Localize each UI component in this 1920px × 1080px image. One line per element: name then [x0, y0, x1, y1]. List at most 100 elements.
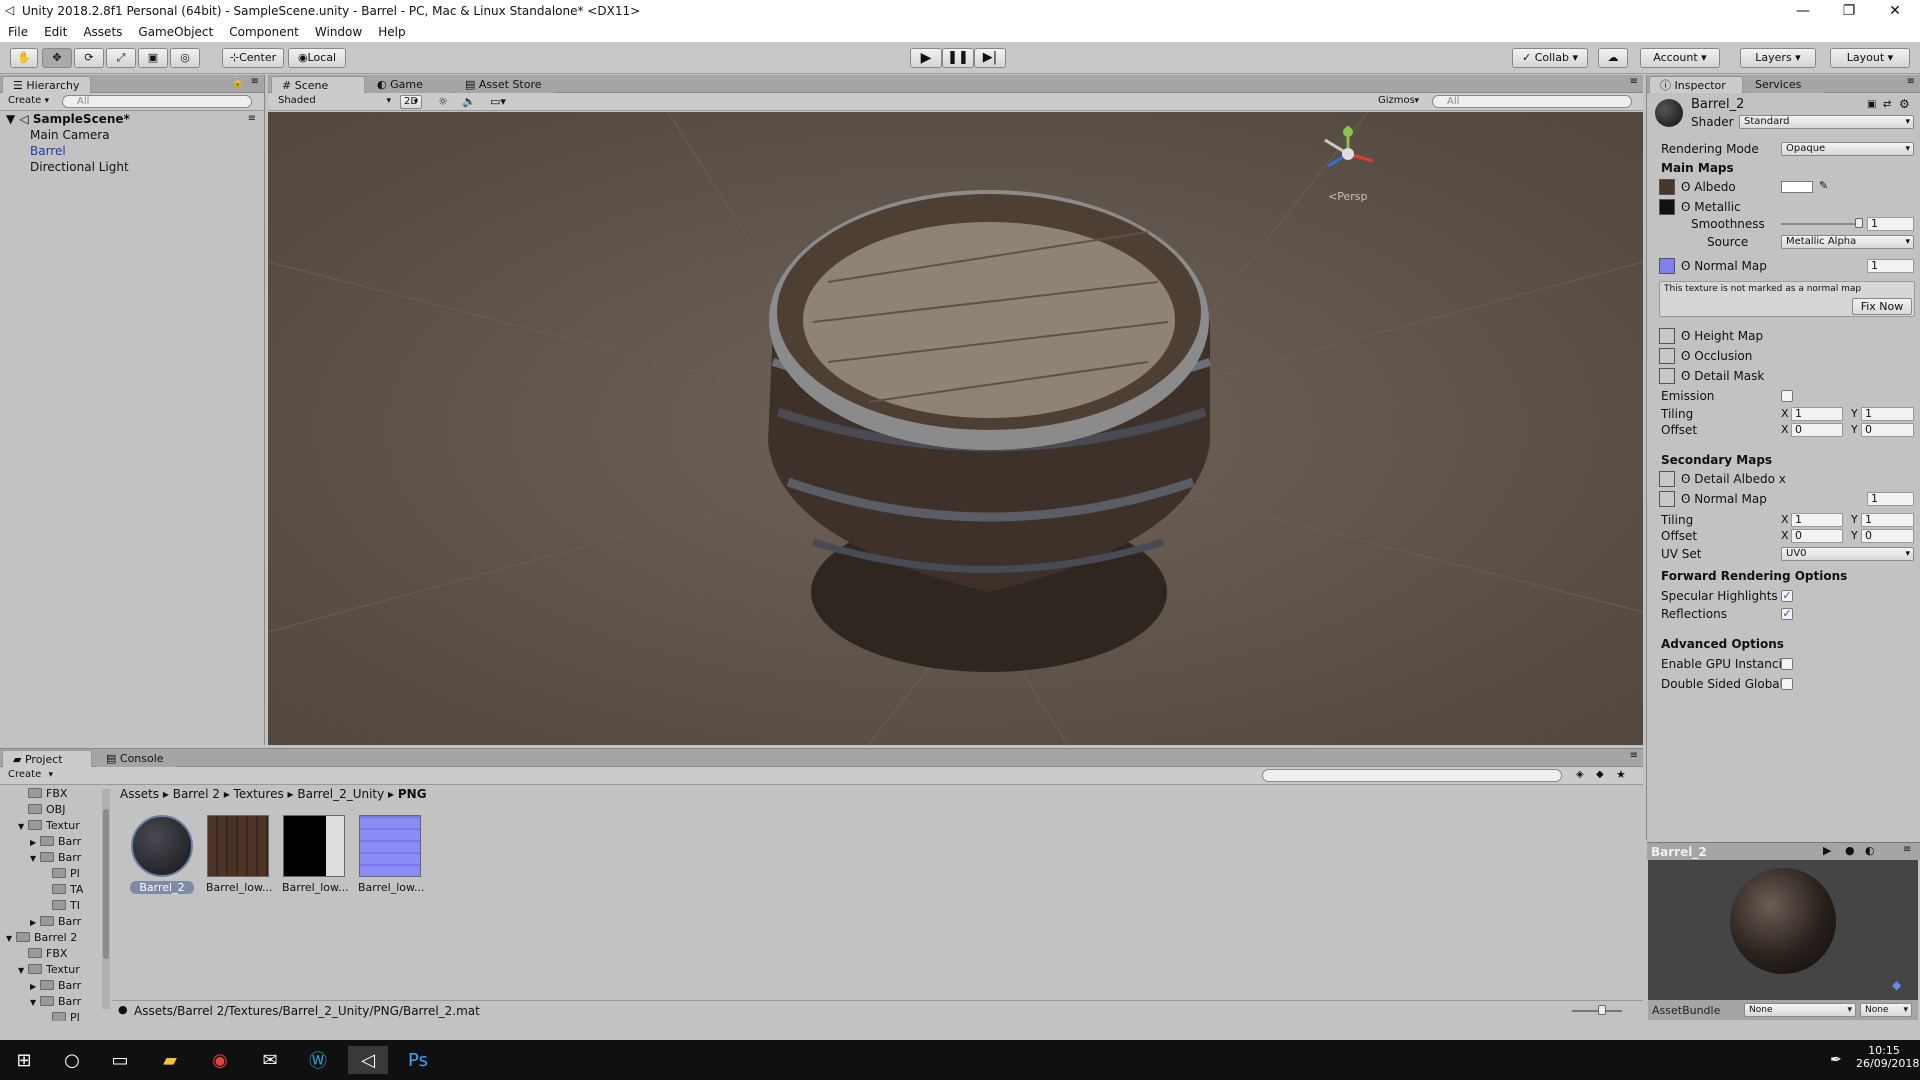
menu-edit[interactable]: Edit: [44, 25, 67, 39]
smoothness-slider[interactable]: [1781, 223, 1859, 225]
circle-select-icon[interactable]: ʘ: [1681, 349, 1694, 363]
effects-dropdown-icon[interactable]: ▭▾: [490, 95, 506, 108]
uv-set-dropdown[interactable]: UV0: [1781, 547, 1914, 561]
asset-label-icon[interactable]: ◆: [1892, 978, 1901, 992]
panel-menu-icon[interactable]: ≡: [1630, 750, 1638, 761]
collapse-arrow-icon[interactable]: ▶: [30, 918, 40, 927]
windows-start-icon[interactable]: ⊞: [4, 1046, 44, 1074]
preview-sphere-icon[interactable]: ●: [1845, 844, 1855, 857]
assetbundle-dropdown[interactable]: None: [1744, 1003, 1856, 1017]
expand-arrow-icon[interactable]: ▼: [30, 998, 40, 1007]
panel-menu-icon[interactable]: ≡: [1630, 76, 1638, 87]
task-view-icon[interactable]: ▭: [100, 1046, 140, 1074]
breadcrumb-textures[interactable]: Textures: [234, 787, 284, 801]
tiling-x-field[interactable]: 1: [1791, 407, 1843, 421]
project-search-input[interactable]: [1262, 769, 1562, 782]
panel-menu-icon[interactable]: ≡: [1907, 76, 1915, 87]
normal-scale-field[interactable]: 1: [1867, 259, 1914, 273]
reflections-checkbox[interactable]: ✓: [1781, 608, 1793, 620]
detail-mask-texture-slot[interactable]: [1659, 368, 1675, 384]
preview-play-icon[interactable]: ▶: [1823, 844, 1831, 857]
tab-hierarchy[interactable]: ☰ Hierarchy: [2, 76, 91, 93]
mail-icon[interactable]: ✉: [250, 1046, 290, 1074]
tab-scene[interactable]: # Scene: [271, 76, 365, 93]
move-tool-button[interactable]: ✥: [42, 48, 72, 68]
project-create-dropdown[interactable]: Create: [4, 769, 56, 783]
minimize-button[interactable]: —: [1780, 0, 1826, 22]
albedo-texture-slot[interactable]: [1659, 179, 1675, 195]
asset-barrel-2-material[interactable]: Barrel_2: [130, 815, 194, 894]
height-map-texture-slot[interactable]: [1659, 328, 1675, 344]
secondary-normal-texture-slot[interactable]: [1659, 491, 1675, 507]
account-dropdown[interactable]: Account ▾: [1640, 48, 1720, 68]
folder-tree-item[interactable]: PI: [42, 1011, 80, 1021]
file-explorer-icon[interactable]: ▰: [150, 1046, 190, 1074]
shading-mode-dropdown[interactable]: Shaded: [274, 95, 394, 109]
preview-light-icon[interactable]: ◐: [1865, 844, 1875, 857]
layout-dropdown[interactable]: Layout ▾: [1830, 48, 1910, 68]
secondary-offset-x-field[interactable]: 0: [1791, 529, 1843, 543]
scene-viewport[interactable]: <Persp: [268, 112, 1643, 745]
circle-select-icon[interactable]: ʘ: [1681, 492, 1694, 506]
lock-icon[interactable]: 🔒: [232, 77, 244, 88]
tab-project[interactable]: ▰ Project: [2, 750, 92, 767]
scene-menu-icon[interactable]: ≡: [248, 113, 256, 124]
transform-tool-button[interactable]: ◎: [170, 48, 200, 68]
material-preview[interactable]: ◆: [1648, 860, 1918, 1000]
close-button[interactable]: ✕: [1872, 0, 1918, 22]
pen-tray-icon[interactable]: ✒: [1816, 1046, 1856, 1074]
folder-tree-item[interactable]: ▼ Textur: [18, 819, 80, 832]
circle-select-icon[interactable]: ʘ: [1681, 472, 1694, 486]
scene-search-input[interactable]: All: [1432, 95, 1632, 108]
circle-select-icon[interactable]: ʘ: [1681, 259, 1694, 273]
folder-tree-item[interactable]: ▼ Barrel 2: [6, 931, 77, 944]
photoshop-icon[interactable]: Ps: [398, 1046, 438, 1074]
expand-arrow-icon[interactable]: ▼: [18, 822, 28, 831]
help-icon[interactable]: ▣: [1867, 99, 1876, 110]
scene-gizmo[interactable]: [1313, 116, 1383, 186]
tree-scrollbar-thumb[interactable]: [103, 809, 109, 959]
favorite-icon[interactable]: ★: [1616, 768, 1626, 781]
asset-barrel-normal-texture[interactable]: Barrel_low...: [358, 815, 424, 894]
albedo-color-field[interactable]: [1781, 181, 1813, 193]
clock[interactable]: 10:15 26/09/2018: [1856, 1044, 1919, 1070]
preset-icon[interactable]: ⇄: [1883, 99, 1891, 110]
hierarchy-item-main-camera[interactable]: Main Camera: [30, 128, 110, 142]
folder-tree-item[interactable]: ▶ Barr: [30, 915, 81, 928]
assetbundle-variant-dropdown[interactable]: None: [1860, 1003, 1912, 1017]
collapse-arrow-icon[interactable]: ▶: [30, 838, 40, 847]
double-sided-gi-checkbox[interactable]: [1781, 678, 1793, 690]
smoothness-source-dropdown[interactable]: Metallic Alpha: [1781, 235, 1914, 249]
maximize-button[interactable]: ❐: [1826, 0, 1872, 22]
gpu-instancing-checkbox[interactable]: [1781, 658, 1793, 670]
circle-select-icon[interactable]: ʘ: [1681, 329, 1694, 343]
menu-gameobject[interactable]: GameObject: [138, 25, 213, 39]
folder-tree-item[interactable]: ▶ Barr: [30, 835, 81, 848]
hand-tool-button[interactable]: ✋: [10, 48, 38, 68]
smoothness-value-field[interactable]: 1: [1867, 217, 1914, 231]
rect-tool-button[interactable]: ▣: [138, 48, 168, 68]
folder-tree-item[interactable]: TI: [42, 899, 80, 912]
scene-root-row[interactable]: ▼ ◁ SampleScene*: [6, 112, 130, 126]
folder-tree-item[interactable]: ▼ Textur: [18, 963, 80, 976]
folder-tree-item[interactable]: TA: [42, 883, 83, 896]
folder-tree-item[interactable]: PI: [42, 867, 80, 880]
normal-map-texture-slot[interactable]: [1659, 258, 1675, 274]
tab-services[interactable]: Services: [1745, 76, 1825, 93]
lighting-toggle-icon[interactable]: ☼: [438, 95, 448, 108]
chrome-icon[interactable]: ◉: [200, 1046, 240, 1074]
folder-tree-item[interactable]: ▼ Barr: [30, 851, 81, 864]
menu-window[interactable]: Window: [315, 25, 362, 39]
folder-tree-item[interactable]: ▼ Barr: [30, 995, 81, 1008]
collab-dropdown[interactable]: ✓ Collab ▾: [1512, 48, 1588, 68]
eyedropper-icon[interactable]: ✎: [1819, 179, 1828, 192]
menu-help[interactable]: Help: [378, 25, 405, 39]
app-w-icon[interactable]: Ⓦ: [298, 1046, 338, 1074]
hierarchy-item-directional-light[interactable]: Directional Light: [30, 160, 129, 174]
breadcrumb-barrel-2[interactable]: Barrel 2: [173, 787, 220, 801]
search-type-filter-icon[interactable]: ◈: [1576, 769, 1584, 780]
expand-arrow-icon[interactable]: ▼: [6, 934, 16, 943]
menu-assets[interactable]: Assets: [83, 25, 122, 39]
secondary-offset-y-field[interactable]: 0: [1861, 529, 1914, 543]
secondary-normal-scale-field[interactable]: 1: [1867, 492, 1914, 506]
